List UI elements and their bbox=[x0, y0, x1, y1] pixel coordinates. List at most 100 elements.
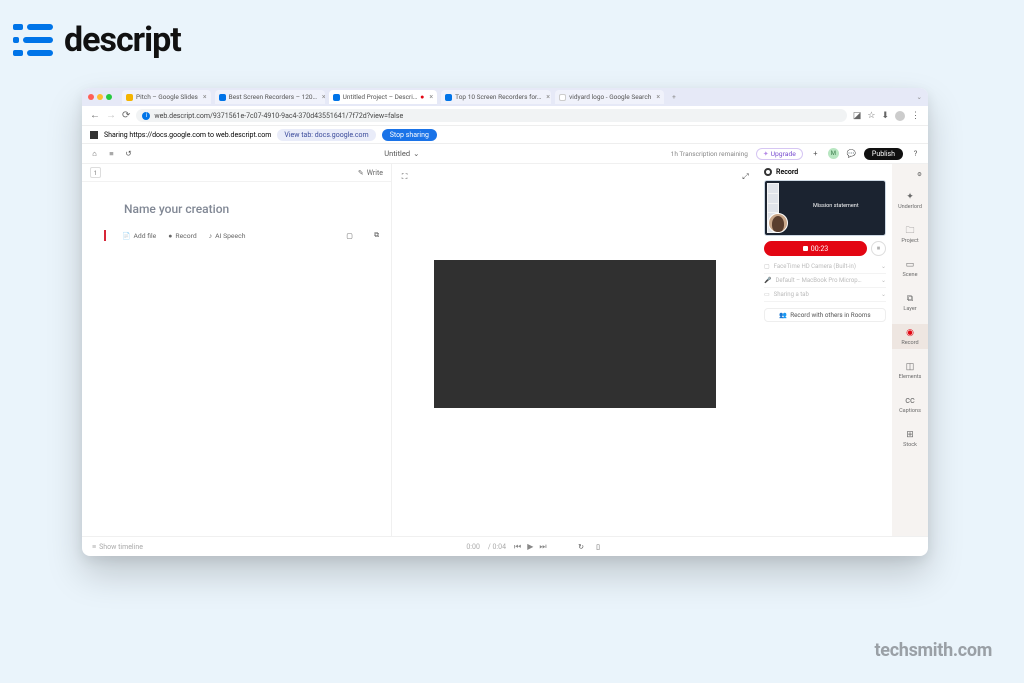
composition-title-input[interactable]: Name your creation bbox=[124, 202, 391, 216]
close-tab-icon[interactable]: × bbox=[203, 93, 207, 101]
captions-icon: cc bbox=[905, 395, 916, 406]
tab-descript[interactable]: Untitled Project – Descri…●× bbox=[329, 90, 438, 104]
project-title[interactable]: Untitled⌄ bbox=[384, 149, 419, 158]
bookmark-icon[interactable]: ☆ bbox=[867, 111, 875, 121]
pause-recording-button[interactable]: ⏸ bbox=[871, 241, 886, 256]
text-cursor bbox=[104, 230, 106, 241]
extension-icon[interactable]: ◪ bbox=[853, 111, 862, 121]
properties-rail: ⚙ ✦Underlord 🗀Project ▭Scene ⧉Layer ◉Rec… bbox=[892, 164, 928, 536]
view-tab-button[interactable]: View tab: docs.google.com bbox=[277, 129, 375, 141]
stop-sharing-button[interactable]: Stop sharing bbox=[382, 129, 437, 141]
close-window-icon[interactable] bbox=[88, 94, 94, 100]
back-button[interactable]: ← bbox=[90, 110, 100, 121]
add-button[interactable]: + bbox=[811, 149, 820, 158]
rail-underlord[interactable]: ✦Underlord bbox=[892, 188, 928, 213]
rail-scene[interactable]: ▭Scene bbox=[892, 256, 928, 281]
skip-forward-button[interactable]: ⏭ bbox=[539, 542, 546, 552]
bookmark-ribbon-icon[interactable]: ⧉ bbox=[372, 231, 381, 240]
ai-icon: ♪ bbox=[209, 232, 212, 240]
loop-icon[interactable]: ↻ bbox=[577, 542, 586, 551]
scene-number[interactable]: 1 bbox=[90, 167, 101, 178]
history-icon[interactable]: ↺ bbox=[124, 149, 133, 158]
mic-select[interactable]: 🎤Default – MacBook Pro Microp…⌄ bbox=[764, 274, 886, 288]
rail-captions[interactable]: ccCaptions bbox=[892, 392, 928, 417]
tab-vidyard[interactable]: vidyard logo - Google Search× bbox=[555, 90, 664, 104]
reload-button[interactable]: ⟳ bbox=[122, 110, 130, 121]
profile-icon[interactable] bbox=[895, 111, 905, 121]
play-button[interactable]: ▶ bbox=[527, 542, 533, 551]
minimize-window-icon[interactable] bbox=[97, 94, 103, 100]
webcam-bubble[interactable] bbox=[768, 213, 788, 233]
expand-icon[interactable]: ⤢ bbox=[741, 173, 750, 182]
comment-icon[interactable]: 💬 bbox=[847, 149, 856, 158]
close-tab-icon[interactable]: × bbox=[322, 93, 325, 101]
video-canvas[interactable] bbox=[434, 260, 716, 408]
add-file-button[interactable]: 📄Add file bbox=[122, 232, 156, 240]
file-icon: 📄 bbox=[122, 232, 130, 240]
marker-icon[interactable]: ▯ bbox=[594, 542, 603, 551]
rail-layer[interactable]: ⧉Layer bbox=[892, 290, 928, 315]
new-tab-button[interactable]: + bbox=[668, 93, 680, 101]
maximize-window-icon[interactable] bbox=[106, 94, 112, 100]
tab-strip: Pitch – Google Slides× Best Screen Recor… bbox=[82, 88, 928, 106]
tab-top10[interactable]: Top 10 Screen Recorders for…× bbox=[441, 90, 551, 104]
close-tab-icon[interactable]: × bbox=[546, 93, 550, 101]
rail-elements[interactable]: ◫Elements bbox=[892, 358, 928, 383]
timeline-icon: ≡ bbox=[92, 543, 96, 551]
logo-mark-icon bbox=[12, 20, 54, 60]
stop-recording-button[interactable]: 00:23 bbox=[764, 241, 867, 256]
close-tab-icon[interactable]: × bbox=[429, 93, 433, 101]
timeline-bar: ≡Show timeline 0:00 / 0:04 ⏮ ▶ ⏭ ↻ ▯ bbox=[82, 536, 928, 556]
record-inline-button[interactable]: ●Record bbox=[168, 232, 196, 240]
pencil-icon: ✎ bbox=[358, 169, 364, 177]
home-icon[interactable]: ⌂ bbox=[90, 149, 99, 158]
user-avatar[interactable]: M bbox=[828, 148, 839, 159]
rail-record[interactable]: ◉Record bbox=[892, 324, 928, 349]
publish-button[interactable]: Publish bbox=[864, 148, 903, 160]
share-icon bbox=[90, 131, 98, 139]
app-toolbar: ⌂ ≡ ↺ Untitled⌄ 1h Transcription remaini… bbox=[82, 144, 928, 164]
camera-select[interactable]: ▢FaceTime HD Camera (Built-in)⌄ bbox=[764, 260, 886, 274]
scene-icon: ▭ bbox=[905, 259, 916, 270]
chevron-down-icon: ⌄ bbox=[413, 149, 419, 158]
show-timeline-button[interactable]: ≡Show timeline bbox=[92, 543, 143, 551]
settings-icon[interactable]: ⚙ bbox=[915, 170, 924, 179]
ai-speech-button[interactable]: ♪AI Speech bbox=[209, 232, 246, 240]
chevron-down-icon: ⌄ bbox=[881, 291, 886, 298]
rail-project[interactable]: 🗀Project bbox=[892, 222, 928, 247]
menu-icon[interactable]: ⋮ bbox=[911, 111, 920, 121]
help-icon[interactable]: ? bbox=[911, 149, 920, 158]
rail-stock[interactable]: ⊞Stock bbox=[892, 426, 928, 451]
window-controls[interactable] bbox=[88, 94, 112, 100]
sparkle-icon: ✦ bbox=[905, 191, 916, 202]
record-in-rooms-button[interactable]: 👥Record with others in Rooms bbox=[764, 308, 886, 322]
upgrade-button[interactable]: ✦Upgrade bbox=[756, 148, 803, 160]
chevron-down-icon[interactable]: ⌄ bbox=[917, 93, 922, 101]
stock-icon: ⊞ bbox=[905, 429, 916, 440]
forward-button[interactable]: → bbox=[106, 110, 116, 121]
chevron-down-icon: ⌄ bbox=[881, 263, 886, 270]
fit-icon[interactable]: ⛶ bbox=[400, 173, 409, 182]
site-info-icon[interactable]: i bbox=[142, 112, 150, 120]
people-icon: 👥 bbox=[779, 311, 787, 319]
screen-preview[interactable]: Mission statement bbox=[764, 180, 886, 236]
source-watermark: techsmith.com bbox=[875, 640, 993, 661]
layout-icon[interactable]: ▢ bbox=[345, 231, 354, 240]
record-panel: Record Mission statement 00:23 ⏸ ▢FaceTi… bbox=[758, 164, 892, 536]
write-button[interactable]: ✎Write bbox=[358, 169, 383, 177]
skip-back-button[interactable]: ⏮ bbox=[514, 542, 521, 552]
camera-icon: ▢ bbox=[764, 263, 770, 270]
screen-select[interactable]: ▭Sharing a tab⌄ bbox=[764, 288, 886, 302]
record-icon: ◉ bbox=[905, 327, 916, 338]
tab-pitch[interactable]: Pitch – Google Slides× bbox=[122, 90, 211, 104]
mic-icon: 🎤 bbox=[764, 277, 771, 284]
stop-icon bbox=[803, 246, 808, 251]
download-icon[interactable]: ⬇ bbox=[881, 111, 889, 121]
menu-lines-icon[interactable]: ≡ bbox=[107, 149, 116, 158]
logo-wordmark: descript bbox=[64, 20, 181, 60]
script-editor: 1 ✎Write Name your creation 📄Add file ●R… bbox=[82, 164, 392, 536]
close-tab-icon[interactable]: × bbox=[656, 93, 660, 101]
tab-recorders1[interactable]: Best Screen Recorders – 120…× bbox=[215, 90, 325, 104]
record-dot-icon: ● bbox=[168, 232, 172, 240]
url-field[interactable]: i web.descript.com/9371561e-7c07-4910-9a… bbox=[136, 109, 846, 122]
